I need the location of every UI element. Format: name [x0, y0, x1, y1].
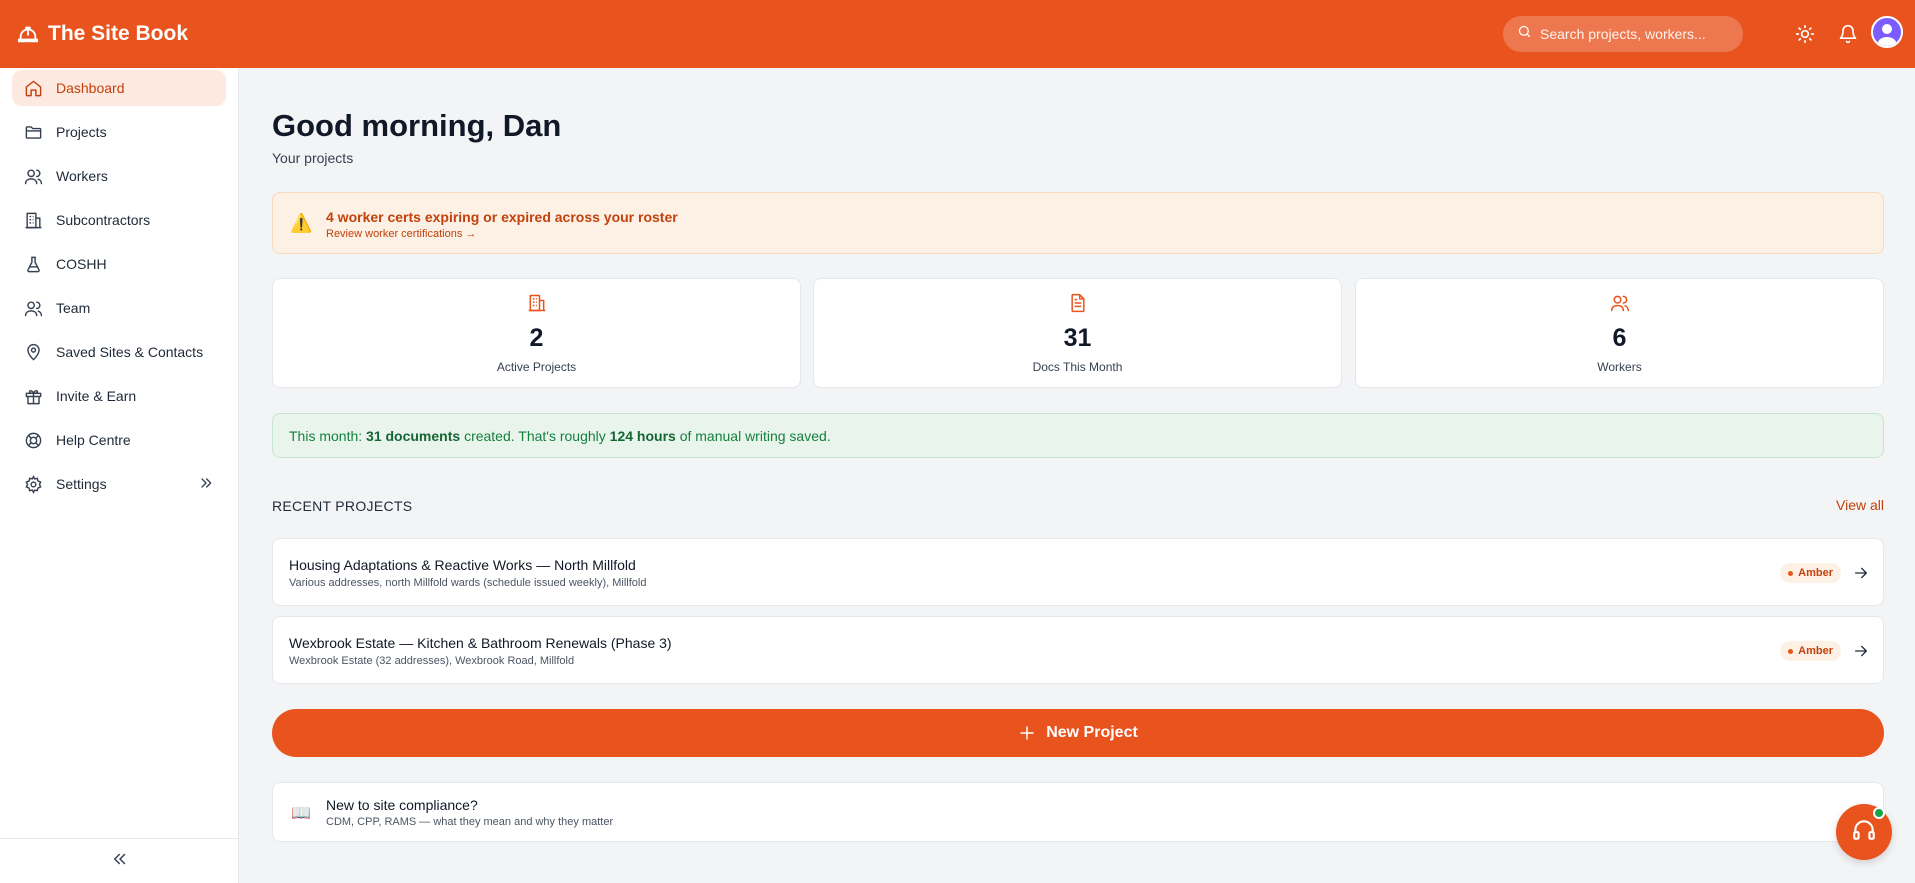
page-subtitle: Your projects — [272, 150, 354, 166]
online-status-dot — [1873, 807, 1885, 819]
sidebar-item-label: Settings — [56, 476, 107, 492]
bell-icon[interactable] — [1836, 22, 1860, 46]
chevrons-left-icon — [111, 850, 129, 873]
sidebar-item-label: Dashboard — [56, 80, 125, 96]
search-input[interactable] — [1540, 26, 1730, 42]
sidebar-item-coshh[interactable]: COSHH — [12, 246, 226, 282]
user-avatar-icon — [1877, 24, 1897, 46]
chevrons-right-icon[interactable] — [198, 475, 214, 494]
stat-label: Docs This Month — [1032, 360, 1123, 374]
alert-title: 4 worker certs expiring or expired acros… — [326, 209, 678, 225]
sidebar-item-projects[interactable]: Projects — [12, 114, 226, 150]
theme-toggle-sun-icon[interactable] — [1793, 22, 1817, 46]
arrow-right-icon[interactable] — [1853, 643, 1869, 664]
status-badge: Amber — [1780, 563, 1841, 583]
document-icon — [814, 293, 1341, 313]
sidebar-item-subcontractors[interactable]: Subcontractors — [12, 202, 226, 238]
savings-banner: This month: 31 documents created. That's… — [272, 413, 1884, 458]
sidebar-item-help-centre[interactable]: Help Centre — [12, 422, 226, 458]
building-icon — [273, 293, 800, 313]
collapse-sidebar-button[interactable] — [0, 838, 239, 883]
sidebar: Dashboard Projects Workers Subcontractor… — [0, 68, 239, 883]
top-bar: The Site Book — [0, 0, 1915, 68]
status-dot-icon — [1788, 648, 1794, 654]
app-title: The Site Book — [48, 22, 189, 45]
sidebar-item-workers[interactable]: Workers — [12, 158, 226, 194]
search-bar[interactable] — [1503, 16, 1743, 52]
savings-docs: 31 documents — [366, 427, 461, 444]
status-badge: Amber — [1780, 641, 1841, 661]
sidebar-item-label: Projects — [56, 124, 107, 140]
cert-alert-banner: ⚠️ 4 worker certs expiring or expired ac… — [272, 192, 1884, 254]
project-name: Wexbrook Estate — Kitchen & Bathroom Ren… — [289, 635, 672, 651]
sidebar-item-label: Invite & Earn — [56, 388, 137, 404]
project-row[interactable]: Housing Adaptations & Reactive Works — N… — [272, 538, 1884, 606]
sidebar-item-invite-earn[interactable]: Invite & Earn — [12, 378, 226, 414]
arrow-right-icon[interactable] — [1853, 565, 1869, 586]
savings-suffix: of manual writing saved. — [679, 427, 831, 444]
stat-value: 31 — [1063, 324, 1092, 352]
sidebar-item-label: Workers — [56, 168, 108, 184]
sidebar-item-label: Saved Sites & Contacts — [56, 344, 204, 360]
plus-icon — [1018, 724, 1036, 742]
savings-prefix: This month: — [289, 427, 363, 444]
brand[interactable]: The Site Book — [16, 22, 188, 46]
guide-title: New to site compliance? — [326, 797, 478, 813]
stat-value: 6 — [1612, 324, 1627, 352]
savings-hours: 124 hours — [609, 427, 676, 444]
sidebar-item-label: Team — [56, 300, 91, 316]
lifebuoy-icon — [22, 429, 44, 451]
home-icon — [22, 77, 44, 99]
team-icon — [22, 297, 44, 319]
stat-card-active-projects: 2 Active Projects — [272, 278, 801, 388]
sidebar-item-dashboard[interactable]: Dashboard — [12, 70, 226, 106]
new-project-button[interactable]: New Project — [272, 709, 1884, 757]
warning-icon: ⚠️ — [290, 213, 313, 233]
avatar[interactable] — [1871, 16, 1903, 48]
hard-hat-icon — [16, 22, 40, 46]
gear-icon — [22, 473, 44, 495]
status-dot-icon — [1788, 570, 1794, 576]
flask-icon — [22, 253, 44, 275]
sidebar-item-saved-sites[interactable]: Saved Sites & Contacts — [12, 334, 226, 370]
sidebar-item-label: Help Centre — [56, 432, 131, 448]
page-title: Good morning, Dan — [272, 108, 562, 143]
sidebar-item-label: COSHH — [56, 256, 107, 272]
book-icon: 📖 — [291, 805, 311, 822]
compliance-guide-card[interactable]: 📖 New to site compliance? CDM, CPP, RAMS… — [272, 782, 1884, 842]
recent-projects-heading: RECENT PROJECTS — [272, 498, 413, 514]
stat-value: 2 — [529, 324, 544, 352]
stat-label: Active Projects — [496, 360, 577, 374]
folder-icon — [22, 121, 44, 143]
stat-card-docs-this-month: 31 Docs This Month — [813, 278, 1342, 388]
project-address: Various addresses, north Millfold wards … — [289, 577, 647, 589]
users-icon — [22, 165, 44, 187]
stat-card-workers: 6 Workers — [1355, 278, 1884, 388]
status-label: Amber — [1798, 567, 1833, 579]
map-pin-icon — [22, 341, 44, 363]
savings-middle: created. That's roughly — [464, 427, 606, 444]
project-row[interactable]: Wexbrook Estate — Kitchen & Bathroom Ren… — [272, 616, 1884, 684]
review-certifications-link[interactable]: Review worker certifications → — [326, 228, 476, 240]
stat-label: Workers — [1597, 360, 1642, 374]
sidebar-item-settings[interactable]: Settings — [12, 466, 226, 502]
new-project-label: New Project — [1046, 724, 1138, 741]
search-icon — [1517, 24, 1532, 44]
sidebar-item-label: Subcontractors — [56, 212, 151, 228]
headset-icon — [1851, 817, 1877, 848]
users-icon — [1356, 293, 1883, 313]
project-name: Housing Adaptations & Reactive Works — N… — [289, 557, 636, 573]
sidebar-item-team[interactable]: Team — [12, 290, 226, 326]
project-address: Wexbrook Estate (32 addresses), Wexbrook… — [289, 655, 575, 667]
building-icon — [22, 209, 44, 231]
view-all-link[interactable]: View all — [1836, 497, 1884, 513]
guide-subtitle: CDM, CPP, RAMS — what they mean and why … — [326, 816, 614, 828]
status-label: Amber — [1798, 645, 1833, 657]
gift-icon — [22, 385, 44, 407]
